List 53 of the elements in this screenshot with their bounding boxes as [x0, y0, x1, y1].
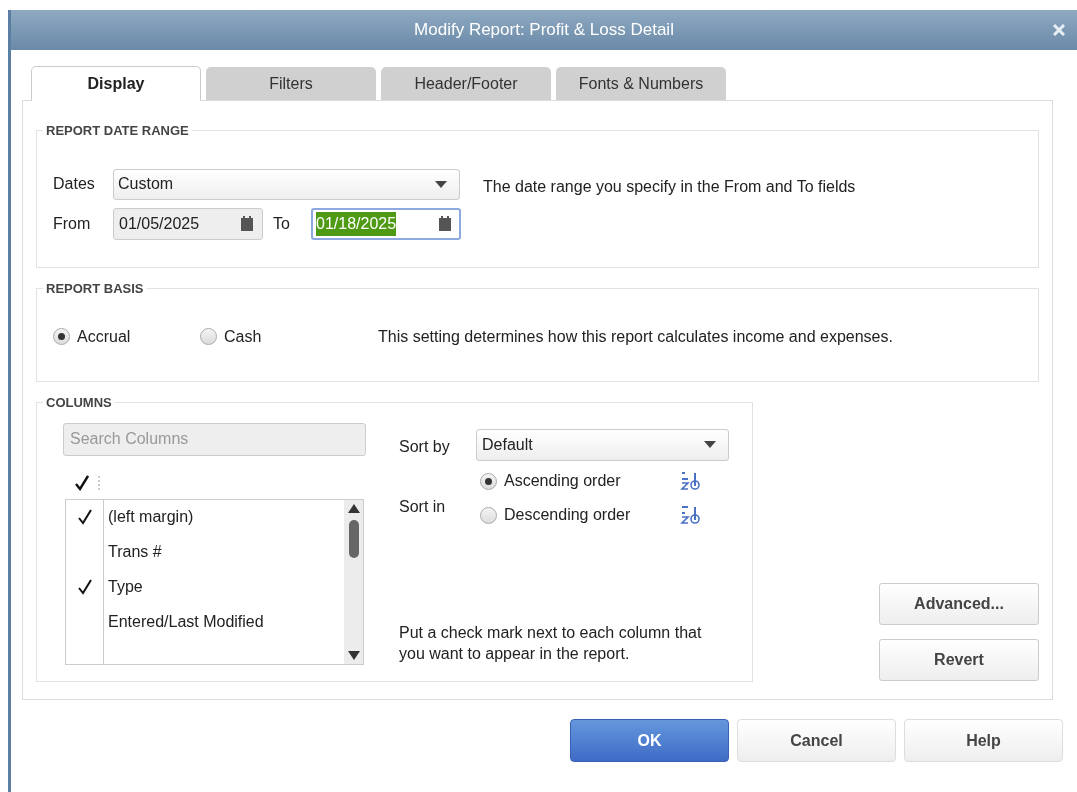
side-button[interactable]: Advanced...	[879, 583, 1039, 625]
radio-button[interactable]	[53, 328, 70, 345]
field-label: Sort in	[399, 496, 447, 517]
radio-label[interactable]: Accrual	[77, 324, 131, 349]
column-resize-handle-icon[interactable]	[97, 474, 101, 491]
list-item[interactable]: (left margin)	[104, 505, 194, 529]
scrollbar[interactable]	[344, 499, 363, 664]
radio-button[interactable]	[480, 506, 497, 524]
field-label: From	[53, 213, 92, 234]
tab[interactable]: Display	[31, 66, 201, 101]
section-title: REPORT BASIS	[45, 280, 145, 298]
tab[interactable]: Fonts & Numbers	[556, 67, 726, 100]
to-date-field[interactable]: 01/18/2025	[311, 207, 461, 240]
section-title: REPORT DATE RANGE	[45, 122, 190, 140]
sort-by-dropdown[interactable]: Default	[476, 428, 729, 461]
radio-label[interactable]: Cash	[224, 324, 262, 349]
radio-label[interactable]: Descending order	[504, 503, 680, 527]
sort-descending-icon[interactable]	[680, 505, 702, 525]
list-item[interactable]: Type	[104, 575, 143, 599]
radio-button[interactable]	[480, 472, 497, 490]
scrollbar-thumb[interactable]	[348, 519, 359, 558]
dialog-button[interactable]: Cancel	[737, 719, 896, 762]
side-button[interactable]: Revert	[879, 639, 1039, 681]
description-text: This setting determines how this report calculates income and expenses.	[378, 326, 893, 347]
dates-dropdown[interactable]: Custom	[113, 168, 460, 200]
scroll-down-icon[interactable]	[347, 650, 360, 660]
tab[interactable]: Header/Footer	[381, 67, 551, 100]
calendar-icon[interactable]	[240, 215, 254, 232]
field-label: Dates	[53, 174, 96, 194]
from-date-field[interactable]: 01/05/2025	[113, 207, 263, 240]
sort-ascending-icon[interactable]	[680, 471, 702, 491]
search-field[interactable]: Search Columns	[63, 422, 366, 456]
caret-icon	[435, 180, 447, 188]
check-mark[interactable]	[78, 579, 92, 595]
close-icon[interactable]	[1053, 24, 1065, 36]
scroll-up-icon[interactable]	[347, 503, 360, 513]
list-item[interactable]: Trans #	[104, 540, 162, 564]
window-title: Modify Report: Profit & Loss Detail	[414, 19, 674, 42]
check-icon	[75, 474, 89, 491]
radio-label[interactable]: Ascending order	[504, 469, 680, 493]
check-mark[interactable]	[78, 509, 92, 525]
hint-text: Put a check mark next to each column that you want to appear in the report.	[399, 622, 703, 664]
tab[interactable]: Filters	[206, 67, 376, 100]
description-text: The date range you specify in the From and To fields	[483, 176, 856, 197]
field-label: Sort by	[399, 436, 451, 457]
radio-button[interactable]	[200, 328, 217, 345]
field-label: To	[272, 213, 291, 234]
dialog-button[interactable]: Help	[904, 719, 1063, 762]
dialog-button[interactable]: OK	[570, 719, 729, 762]
list-item[interactable]: Entered/Last Modified	[104, 610, 264, 634]
section-title: COLUMNS	[45, 394, 113, 412]
calendar-icon[interactable]	[438, 215, 452, 232]
caret-icon	[704, 441, 716, 448]
